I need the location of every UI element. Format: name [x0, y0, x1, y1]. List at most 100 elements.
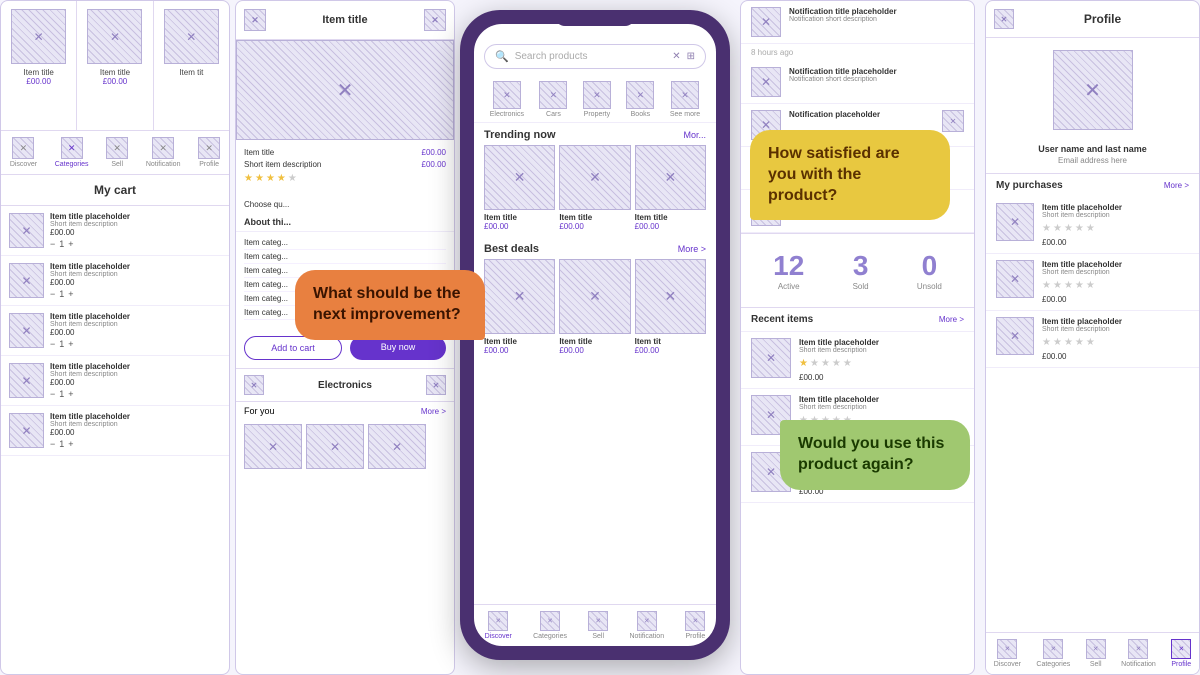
search-input[interactable]: Search products — [515, 51, 667, 62]
left-cart-panel: ✕ Item title £00.00 ✕ Item title £00.00 … — [0, 0, 230, 675]
electronics-header: ✕ Electronics ✕ — [236, 368, 454, 402]
item-label-2: Item title — [100, 68, 130, 77]
nav-discover-label: Discover — [10, 161, 37, 168]
bubble-satisfaction: How satisfied are you with the product? — [750, 130, 950, 220]
add-to-cart-button[interactable]: Add to cart — [244, 336, 342, 360]
nav-profile-label: Profile — [199, 161, 219, 168]
notification-panel: ✕ Notification title placeholder Notific… — [740, 0, 975, 675]
nav-notification-label: Notification — [146, 161, 181, 168]
profile-username: User name and last name — [986, 142, 1199, 156]
item-image-3: ✕ — [164, 9, 219, 64]
best-deals-more[interactable]: More > — [678, 244, 706, 254]
best-deals-title: Best deals — [484, 243, 539, 255]
electronics-icon-right: ✕ — [426, 375, 446, 395]
phone-nav-profile[interactable]: ✕ Profile — [685, 611, 705, 640]
trending-img-1: ✕ — [484, 145, 555, 210]
phone-nav-categories[interactable]: ✕ Categories — [533, 611, 567, 640]
right-categories-icon: ✕ — [1043, 639, 1063, 659]
cart-qty-2[interactable]: −1+ — [50, 289, 221, 299]
purchase-img-3: ✕ — [996, 317, 1034, 355]
best-deal-item-1[interactable]: ✕ Item title £00.00 — [484, 259, 555, 355]
phone-nav-discover[interactable]: ✕ Discover — [485, 611, 512, 640]
best-deal-img-1: ✕ — [484, 259, 555, 334]
right-nav-discover[interactable]: ✕ Discover — [994, 639, 1021, 668]
phone-cat-property[interactable]: ✕ Property — [583, 81, 611, 118]
item-image-2: ✕ — [87, 9, 142, 64]
star-4: ★ — [277, 173, 286, 184]
phone-search-bar[interactable]: 🔍 Search products ✕ ⊞ — [484, 44, 706, 69]
right-notification-icon: ✕ — [1128, 639, 1148, 659]
grid-icon[interactable]: ⊞ — [687, 51, 695, 62]
best-deal-item-2[interactable]: ✕ Item title £00.00 — [559, 259, 630, 355]
phone-cat-books[interactable]: ✕ Books — [626, 81, 654, 118]
item-stars: ★ ★ ★ ★ ★ — [244, 173, 446, 184]
profile-header-icon-left: ✕ — [994, 9, 1014, 29]
item-detail-price: £00.00 — [422, 148, 446, 157]
cart-qty-5[interactable]: −1+ — [50, 439, 221, 449]
recent-items-title: Recent items — [751, 314, 813, 325]
cars-cat-icon: ✕ — [539, 81, 567, 109]
purchase-info-2: Item title placeholder Short item descri… — [1042, 260, 1189, 304]
cart-qty-4[interactable]: −1+ — [50, 389, 221, 399]
notif-item-2: ✕ Notification title placeholder Notific… — [741, 61, 974, 104]
nav-sell-label: Sell — [111, 161, 123, 168]
for-you-more[interactable]: More > — [421, 407, 446, 416]
notif-action-icon: ✕ — [942, 110, 964, 132]
phone-nav-notification[interactable]: ✕ Notification — [629, 611, 664, 640]
item-detail-header: ✕ Item title ✕ — [236, 1, 454, 40]
purchase-info-1: Item title placeholder Short item descri… — [1042, 203, 1189, 247]
nav-profile[interactable]: ✕ Profile — [198, 137, 220, 168]
recent-items-more[interactable]: More > — [939, 315, 964, 324]
electronics-label: Electronics — [318, 380, 372, 391]
item-detail-price2: £00.00 — [422, 160, 446, 169]
cat-item-1: Item categ... — [244, 236, 446, 250]
discover-icon: ✕ — [12, 137, 34, 159]
top-strip-item-1: ✕ Item title £00.00 — [1, 1, 77, 130]
cart-item-img-1: ✕ — [9, 213, 44, 248]
cart-title: My cart — [1, 175, 229, 206]
about-label: About thi... — [236, 213, 454, 232]
best-deal-item-3[interactable]: ✕ Item tit £00.00 — [635, 259, 706, 355]
right-nav-categories[interactable]: ✕ Categories — [1036, 639, 1070, 668]
phone-cat-cars[interactable]: ✕ Cars — [539, 81, 567, 118]
trending-item-3[interactable]: ✕ Item title £00.00 — [635, 145, 706, 231]
header-img-left: ✕ — [244, 9, 266, 31]
trending-more[interactable]: Mor... — [683, 130, 706, 140]
phone-nav-sell[interactable]: ✕ Sell — [588, 611, 608, 640]
nav-discover[interactable]: ✕ Discover — [10, 137, 37, 168]
trending-item-2[interactable]: ✕ Item title £00.00 — [559, 145, 630, 231]
item-detail-title: Item title — [322, 14, 367, 26]
item-label-3: Item tit — [179, 68, 203, 77]
recent-img-1: ✕ — [751, 338, 791, 378]
right-profile-icon: ✕ — [1171, 639, 1191, 659]
phone-cat-more[interactable]: ✕ See more — [670, 81, 700, 118]
buy-now-button[interactable]: Buy now — [350, 336, 446, 360]
right-nav-notification[interactable]: ✕ Notification — [1121, 639, 1156, 668]
active-count: 12 — [773, 250, 804, 282]
right-nav-sell[interactable]: ✕ Sell — [1086, 639, 1106, 668]
purchase-item-1: ✕ Item title placeholder Short item desc… — [986, 197, 1199, 254]
purchases-title: My purchases — [996, 180, 1063, 191]
trending-item-1[interactable]: ✕ Item title £00.00 — [484, 145, 555, 231]
cart-item-img-3: ✕ — [9, 313, 44, 348]
purchases-more[interactable]: More > — [1164, 181, 1189, 190]
best-deal-img-2: ✕ — [559, 259, 630, 334]
nav-categories[interactable]: ✕ Categories — [55, 137, 89, 168]
purchase-img-1: ✕ — [996, 203, 1034, 241]
clear-search-icon[interactable]: ✕ — [672, 51, 680, 62]
best-deals-grid: ✕ Item title £00.00 ✕ Item title £00.00 … — [474, 259, 716, 361]
cart-qty-3[interactable]: −1+ — [50, 339, 221, 349]
top-items-strip: ✕ Item title £00.00 ✕ Item title £00.00 … — [1, 1, 229, 131]
phone-cat-electronics[interactable]: ✕ Electronics — [490, 81, 524, 118]
purchase-img-2: ✕ — [996, 260, 1034, 298]
notif-text-1: Notification title placeholder Notificat… — [789, 7, 964, 23]
trending-grid: ✕ Item title £00.00 ✕ Item title £00.00 … — [474, 145, 716, 237]
right-nav-profile[interactable]: ✕ Profile — [1171, 639, 1191, 668]
cart-item-img-5: ✕ — [9, 413, 44, 448]
item-desc-row: Short item description £00.00 — [244, 160, 446, 169]
cart-qty-1[interactable]: −1+ — [50, 239, 221, 249]
nav-notification[interactable]: ✕ Notification — [146, 137, 181, 168]
notification-icon: ✕ — [152, 137, 174, 159]
mini-product-grid: ✕ ✕ ✕ — [236, 420, 454, 473]
nav-sell[interactable]: ✕ Sell — [106, 137, 128, 168]
